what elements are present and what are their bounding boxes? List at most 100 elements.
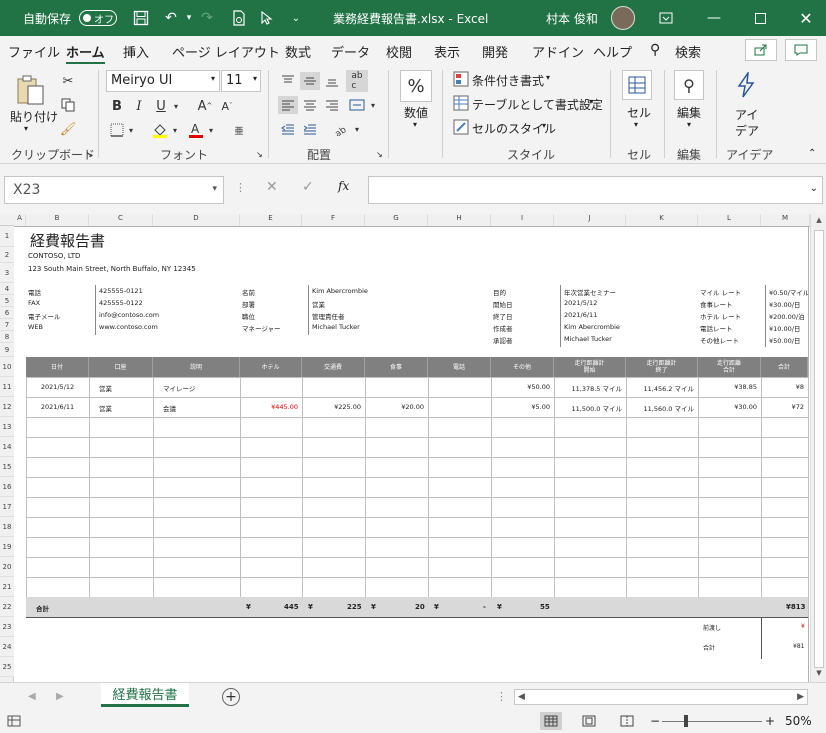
- rates-label[interactable]: 電話レート: [700, 323, 733, 333]
- totals-transport[interactable]: 225: [347, 603, 362, 611]
- bold-icon[interactable]: B: [108, 96, 126, 116]
- rates-value[interactable]: ¥0.50/マイル: [769, 287, 808, 297]
- contact-value[interactable]: 425555-0122: [99, 299, 143, 307]
- trip-value[interactable]: 2021/6/11: [564, 311, 597, 319]
- row-header[interactable]: 25: [0, 657, 14, 677]
- collapse-ribbon-icon[interactable]: ⌃: [808, 148, 816, 159]
- table-cell[interactable]: ¥38.85: [698, 383, 757, 391]
- contact-value[interactable]: info@contoso.com: [99, 311, 159, 319]
- trip-value[interactable]: 2021/5/12: [564, 299, 597, 307]
- grand-total-value[interactable]: ¥81: [793, 643, 804, 650]
- vertical-scroll-thumb[interactable]: [814, 230, 824, 668]
- header-total[interactable]: 合計: [761, 357, 808, 377]
- cell-styles-icon[interactable]: [452, 118, 470, 136]
- table-cell[interactable]: ¥225.00: [302, 403, 361, 411]
- table-cell[interactable]: ¥8: [761, 383, 804, 391]
- prev-sheet-icon[interactable]: ◀: [28, 691, 36, 702]
- tab-help[interactable]: ヘルプ: [593, 42, 632, 61]
- row-header[interactable]: 5: [0, 295, 14, 307]
- trip-label[interactable]: 開始日: [493, 299, 513, 309]
- share-icon[interactable]: [745, 39, 777, 61]
- tab-split-icon[interactable]: ⋮: [496, 690, 507, 703]
- row-header[interactable]: 18: [0, 517, 14, 537]
- table-cell[interactable]: 営業: [99, 403, 112, 413]
- row-header[interactable]: 7: [0, 319, 14, 331]
- table-cell[interactable]: 11,560.0 マイル: [626, 403, 694, 413]
- table-cell[interactable]: 11,456.2 マイル: [626, 383, 694, 393]
- conditional-format-icon[interactable]: [452, 70, 470, 88]
- company-address[interactable]: 123 South Main Street, North Buffalo, NY…: [28, 265, 196, 273]
- column-header[interactable]: L: [698, 214, 761, 226]
- conditional-format-dropdown-icon[interactable]: ▾: [546, 73, 550, 82]
- employee-value[interactable]: Kim Abercrombie: [312, 287, 368, 295]
- formula-input[interactable]: ⌄: [368, 176, 823, 204]
- header-description[interactable]: 説明: [153, 357, 240, 377]
- normal-view-icon[interactable]: [540, 712, 562, 730]
- rates-label[interactable]: ホテル レート: [700, 311, 741, 321]
- format-as-table-button[interactable]: テーブルとして書式設定: [472, 96, 603, 113]
- column-header[interactable]: K: [626, 214, 698, 226]
- table-cell[interactable]: 11,378.5 マイル: [554, 383, 622, 393]
- tab-file[interactable]: ファイル: [8, 42, 60, 61]
- editing-button[interactable]: 編集: [677, 104, 701, 121]
- table-cell[interactable]: ¥30.00: [698, 403, 757, 411]
- zoom-level[interactable]: 50%: [785, 714, 812, 728]
- font-name-select[interactable]: Meiryo UI ▾: [106, 70, 220, 92]
- totals-grand[interactable]: ¥813: [786, 603, 805, 611]
- employee-value[interactable]: 営業: [312, 299, 325, 309]
- scroll-down-icon[interactable]: ▼: [813, 669, 825, 681]
- contact-value[interactable]: 425555-0121: [99, 287, 143, 295]
- trip-value[interactable]: 年次営業セミナー: [564, 287, 616, 297]
- alignment-launcher-icon[interactable]: ↘: [376, 150, 383, 159]
- tab-addins[interactable]: アドイン: [532, 42, 584, 61]
- paste-dropdown-icon[interactable]: ▾: [24, 124, 28, 133]
- customize-qat-icon[interactable]: ⌄: [285, 7, 307, 29]
- trip-value[interactable]: Kim Abercrombie: [564, 323, 620, 331]
- tab-developer[interactable]: 開発: [482, 42, 508, 61]
- align-middle-icon[interactable]: [300, 72, 320, 90]
- ideas-button[interactable]: アイ: [735, 106, 758, 123]
- totals-meals[interactable]: 20: [415, 603, 425, 611]
- table-cell[interactable]: ¥50.00: [491, 383, 550, 391]
- comments-icon[interactable]: [785, 39, 817, 61]
- contact-label[interactable]: 電子メール: [28, 311, 61, 321]
- row-header[interactable]: 8: [0, 331, 14, 343]
- tab-search[interactable]: 検索: [675, 42, 701, 61]
- trip-label[interactable]: 終了日: [493, 311, 513, 321]
- redo-icon[interactable]: ↷: [196, 7, 218, 29]
- tab-review[interactable]: 校閲: [386, 42, 412, 61]
- pointer-mode-icon[interactable]: [256, 7, 278, 29]
- font-launcher-icon[interactable]: ↘: [256, 150, 263, 159]
- search-icon[interactable]: ⚲: [650, 42, 660, 58]
- header-odometer-end[interactable]: 走行距離計 終了: [626, 357, 698, 377]
- align-top-icon[interactable]: [278, 72, 298, 90]
- contact-label[interactable]: 電話: [28, 287, 41, 297]
- cells-icon[interactable]: [622, 70, 652, 100]
- find-icon[interactable]: ⚲: [674, 70, 704, 100]
- increase-font-icon[interactable]: A ^: [196, 96, 214, 116]
- zoom-slider-thumb[interactable]: [684, 715, 688, 727]
- number-format-icon[interactable]: %: [400, 70, 432, 102]
- decrease-indent-icon[interactable]: [278, 120, 298, 138]
- font-color-dropdown-icon[interactable]: ▾: [206, 120, 216, 140]
- row-header[interactable]: 15: [0, 457, 14, 477]
- column-header[interactable]: B: [26, 214, 89, 226]
- header-date[interactable]: 日付: [26, 357, 89, 377]
- add-sheet-icon[interactable]: +: [222, 688, 240, 706]
- rates-value[interactable]: ¥30.00/日: [769, 299, 808, 309]
- align-left-icon[interactable]: [278, 96, 298, 114]
- trip-label[interactable]: 目的: [493, 287, 506, 297]
- row-header[interactable]: 24: [0, 637, 14, 657]
- table-cell[interactable]: ¥5.00: [491, 403, 550, 411]
- underline-dropdown-icon[interactable]: ▾: [170, 96, 182, 116]
- scroll-left-icon[interactable]: ◀: [518, 692, 525, 702]
- rates-value[interactable]: ¥10.00/日: [769, 323, 808, 333]
- horizontal-scrollbar[interactable]: ◀ ▶: [514, 689, 808, 705]
- autosave-toggle[interactable]: オフ: [79, 10, 117, 26]
- row-header[interactable]: 11: [0, 377, 14, 397]
- table-cell[interactable]: 2021/6/11: [26, 403, 89, 411]
- table-cell[interactable]: 11,500.0 マイル: [554, 403, 622, 413]
- employee-label[interactable]: 職位: [242, 311, 255, 321]
- row-header[interactable]: 20: [0, 557, 14, 577]
- row-header[interactable]: 4: [0, 283, 14, 295]
